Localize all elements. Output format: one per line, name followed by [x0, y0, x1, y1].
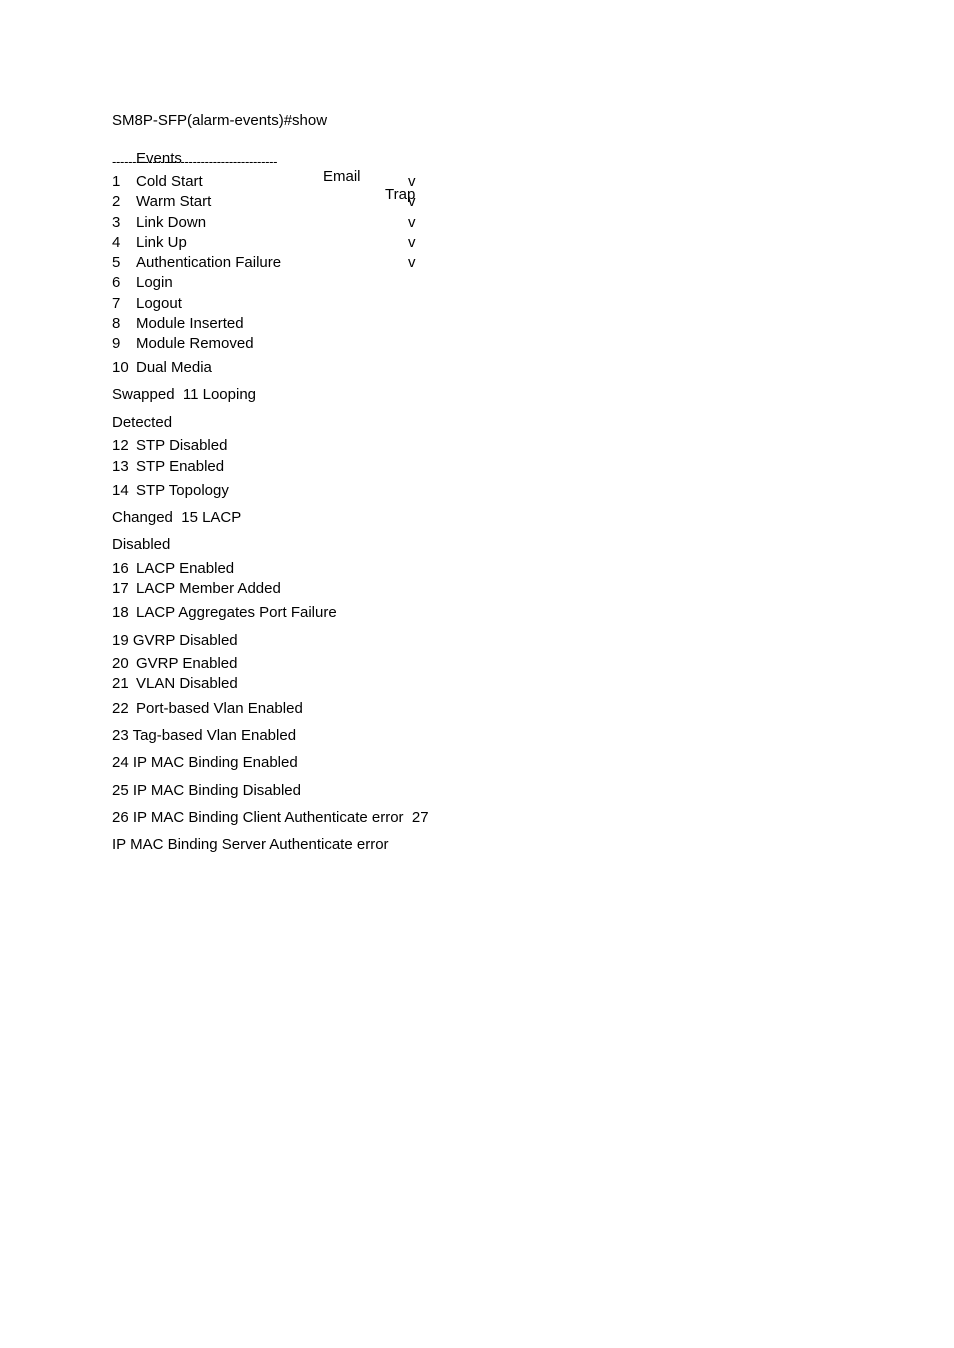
event-number: 22 — [112, 700, 129, 717]
event-label: 23 Tag-based Vlan Enabled — [112, 727, 297, 744]
event-row: Detected — [112, 414, 452, 432]
event-number: 9 — [112, 335, 121, 352]
event-label: 24 IP MAC Binding Enabled — [112, 754, 298, 771]
command-prompt: SM8P-SFP(alarm-events)#show — [112, 112, 328, 129]
event-label: Warm Start — [136, 193, 212, 210]
event-label: Module Inserted — [136, 315, 244, 332]
trap-flag: v — [408, 254, 416, 271]
event-row: 24 IP MAC Binding Enabled — [112, 754, 452, 772]
separator: ----------------------------------------… — [112, 154, 278, 169]
event-number: 18 — [112, 604, 129, 621]
trap-flag: v — [408, 193, 416, 210]
event-row: 8 Module Inserted — [112, 315, 452, 333]
event-row: 17 LACP Member Added — [112, 580, 452, 598]
event-label: 26 IP MAC Binding Client Authenticate er… — [112, 809, 429, 826]
event-label: Link Up — [136, 234, 187, 251]
event-row: 6 Login — [112, 274, 452, 292]
event-label: Login — [136, 274, 173, 291]
event-number: 20 — [112, 655, 129, 672]
event-row: 21 VLAN Disabled — [112, 675, 452, 693]
event-label: 19 GVRP Disabled — [112, 632, 238, 649]
event-label: LACP Aggregates Port Failure — [136, 604, 337, 621]
event-row: 7 Logout — [112, 295, 452, 313]
event-label: Cold Start — [136, 173, 203, 190]
event-row: 14 STP Topology — [112, 482, 452, 500]
event-label: Detected — [112, 414, 173, 431]
event-number: 16 — [112, 560, 129, 577]
event-label: GVRP Enabled — [136, 655, 238, 672]
event-label: Changed 15 LACP — [112, 509, 242, 526]
event-label: 25 IP MAC Binding Disabled — [112, 782, 301, 799]
event-number: 7 — [112, 295, 121, 312]
event-label: STP Enabled — [136, 458, 225, 475]
event-label: Port-based Vlan Enabled — [136, 700, 303, 717]
event-label: Disabled — [112, 536, 171, 553]
event-number: 5 — [112, 254, 121, 271]
trap-flag: v — [408, 214, 416, 231]
event-number: 10 — [112, 359, 129, 376]
event-label: STP Disabled — [136, 437, 228, 454]
event-row: Disabled — [112, 536, 452, 554]
trap-flag: v — [408, 234, 416, 251]
event-row: 10 Dual Media — [112, 359, 452, 377]
event-row: 3 Link Down v — [112, 214, 452, 232]
event-number: 12 — [112, 437, 129, 454]
event-row: 16 LACP Enabled — [112, 560, 452, 578]
event-label: Dual Media — [136, 359, 212, 376]
event-row: 19 GVRP Disabled — [112, 632, 452, 650]
event-label: Authentication Failure — [136, 254, 282, 271]
event-row: 12 STP Disabled — [112, 437, 452, 455]
event-label: IP MAC Binding Server Authenticate error — [112, 836, 389, 853]
event-number: 2 — [112, 193, 121, 210]
event-row: 20 GVRP Enabled — [112, 655, 452, 673]
event-row: 4 Link Up v — [112, 234, 452, 252]
event-label: STP Topology — [136, 482, 229, 499]
table-header: Events Email Trap — [112, 132, 432, 203]
trap-flag: v — [408, 173, 416, 190]
event-number: 21 — [112, 675, 129, 692]
event-label: LACP Enabled — [136, 560, 235, 577]
event-number: 13 — [112, 458, 129, 475]
event-row: 18 LACP Aggregates Port Failure — [112, 604, 452, 622]
event-row: Swapped 11 Looping — [112, 386, 452, 404]
event-row: Changed 15 LACP — [112, 509, 452, 527]
event-label: Swapped 11 Looping — [112, 386, 257, 403]
event-row: 5 Authentication Failure v — [112, 254, 452, 272]
event-row: 25 IP MAC Binding Disabled — [112, 782, 452, 800]
event-number: 6 — [112, 274, 121, 291]
event-row: 22 Port-based Vlan Enabled — [112, 700, 452, 718]
event-number: 8 — [112, 315, 121, 332]
event-label: Logout — [136, 295, 182, 312]
event-label: Link Down — [136, 214, 207, 231]
event-number: 4 — [112, 234, 121, 251]
event-number: 1 — [112, 173, 121, 190]
event-number: 17 — [112, 580, 129, 597]
event-row: 9 Module Removed — [112, 335, 452, 353]
event-row: 1 Cold Start v — [112, 173, 452, 191]
event-row: 26 IP MAC Binding Client Authenticate er… — [112, 809, 452, 827]
event-row: 23 Tag-based Vlan Enabled — [112, 727, 452, 745]
event-number: 14 — [112, 482, 129, 499]
event-row: 2 Warm Start v — [112, 193, 452, 211]
event-row: 13 STP Enabled — [112, 458, 452, 476]
event-label: Module Removed — [136, 335, 254, 352]
event-label: LACP Member Added — [136, 580, 281, 597]
event-label: VLAN Disabled — [136, 675, 238, 692]
event-row: IP MAC Binding Server Authenticate error — [112, 836, 452, 854]
event-number: 3 — [112, 214, 121, 231]
